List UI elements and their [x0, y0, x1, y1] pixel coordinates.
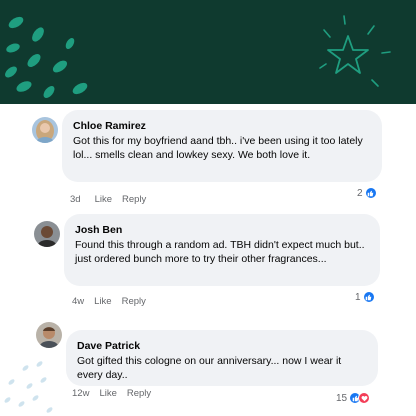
comment-text: Got gifted this cologne on our anniversa…: [77, 355, 342, 381]
leaf-decoration: [25, 51, 43, 70]
dot-decoration: [3, 396, 12, 404]
reaction-summary[interactable]: 15: [336, 392, 371, 404]
comment-timestamp[interactable]: 3d: [70, 194, 81, 205]
dot-decoration: [39, 376, 48, 384]
comment-timestamp[interactable]: 12w: [72, 388, 89, 399]
reaction-count: 1: [355, 291, 361, 303]
reaction-summary[interactable]: 2: [357, 187, 377, 199]
comment-timestamp[interactable]: 4w: [72, 296, 84, 307]
dot-decoration: [31, 394, 40, 402]
avatar[interactable]: [32, 117, 58, 143]
reply-link[interactable]: Reply: [122, 296, 146, 307]
leaf-decoration: [6, 14, 26, 31]
star-icon: [319, 15, 391, 87]
comment-actions: 4w Like Reply: [72, 296, 146, 307]
comment-text: Found this through a random ad. TBH didn…: [75, 239, 365, 265]
reaction-count: 2: [357, 187, 363, 199]
reply-link[interactable]: Reply: [122, 194, 146, 205]
commenter-name[interactable]: Chloe Ramirez: [73, 119, 372, 133]
leaf-decoration: [41, 84, 57, 100]
commenter-name[interactable]: Dave Patrick: [77, 339, 368, 353]
love-icon: [358, 392, 371, 404]
like-icon: [364, 187, 377, 199]
dot-decoration: [17, 400, 26, 408]
avatar[interactable]: [34, 221, 60, 247]
like-link[interactable]: Like: [94, 296, 111, 307]
leaf-decoration: [50, 58, 70, 75]
comment-actions: 3d Like Reply: [70, 194, 146, 205]
commenter-name[interactable]: Josh Ben: [75, 223, 370, 237]
dot-decoration: [35, 360, 44, 368]
comment-bubble: Josh Ben Found this through a random ad.…: [64, 214, 380, 286]
avatar[interactable]: [36, 322, 62, 348]
reaction-count: 15: [336, 392, 348, 404]
dot-decoration: [7, 378, 16, 386]
like-icon: [362, 291, 375, 303]
leaf-decoration: [5, 41, 21, 55]
reaction-summary[interactable]: 1: [355, 291, 375, 303]
like-link[interactable]: Like: [95, 194, 112, 205]
dot-decoration: [21, 364, 30, 372]
dot-decoration: [25, 382, 34, 390]
comment-bubble: Dave Patrick Got gifted this cologne on …: [66, 330, 378, 386]
dot-decoration: [45, 406, 54, 414]
like-link[interactable]: Like: [99, 388, 116, 399]
reply-link[interactable]: Reply: [127, 388, 151, 399]
comment-text: Got this for my boyfriend aand tbh.. i'v…: [73, 135, 363, 161]
leaf-decoration: [29, 25, 47, 44]
leaf-decoration: [63, 36, 77, 51]
ad-canvas: Chloe Ramirez Got this for my boyfriend …: [0, 0, 416, 416]
header-banner: [0, 0, 416, 104]
comment-actions: 12w Like Reply: [72, 388, 151, 399]
comment-bubble: Chloe Ramirez Got this for my boyfriend …: [62, 110, 382, 182]
leaf-decoration: [14, 79, 34, 94]
leaf-decoration: [3, 64, 19, 80]
leaf-decoration: [70, 80, 90, 97]
